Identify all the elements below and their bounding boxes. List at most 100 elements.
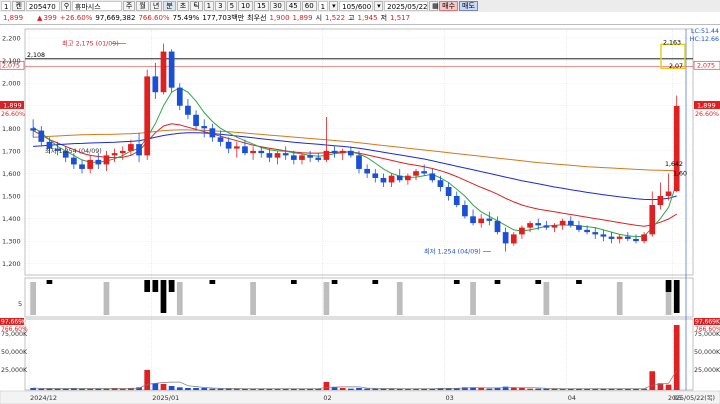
open-price: 1,522 [325, 14, 346, 22]
candle-body [535, 223, 542, 226]
right-price-label: 1,899 [697, 101, 716, 109]
lc-label: LC:51.44 [691, 28, 719, 35]
dropdown-arrow-icon[interactable]: ▾ [329, 1, 339, 11]
candle-body [372, 173, 379, 178]
vol-tick-right: 25,000K [694, 367, 720, 374]
dropdown-arrow-icon[interactable]: ▾ [374, 1, 384, 11]
ma-line-0 [32, 123, 677, 227]
buy-button[interactable]: 매수 [439, 1, 459, 11]
volume-ratio: 75.49% [172, 14, 200, 22]
volume-bar [364, 388, 370, 390]
osc-gray-bar [30, 282, 36, 315]
osc-gray-bar [176, 282, 183, 315]
vol-tick: 50,000K [1, 349, 28, 356]
period-month[interactable]: 월 [136, 1, 149, 11]
candle-body [486, 218, 493, 221]
candle-body [274, 153, 281, 158]
candle-body [71, 157, 77, 165]
candle-body [641, 234, 647, 242]
panel-frame [24, 318, 694, 391]
candle-body [356, 155, 362, 169]
candle-body [624, 236, 631, 239]
candle-body [299, 155, 305, 160]
volume-bar [486, 388, 493, 390]
candle-body [559, 220, 566, 226]
period-year[interactable]: 년 [149, 1, 163, 11]
volume-bar [535, 388, 542, 390]
volume-bar [348, 388, 354, 390]
candle-body [405, 175, 411, 181]
stock-code-input[interactable]: 205470 [25, 1, 60, 11]
osc-signal-bar [535, 280, 542, 284]
candle-body [413, 171, 419, 176]
minute-45[interactable]: 45 [285, 1, 301, 11]
minute-3[interactable]: 3 [215, 1, 226, 11]
volume-bar [185, 387, 191, 390]
volume-bar [193, 387, 199, 390]
minute-10[interactable]: 10 [238, 1, 253, 11]
candle-body [592, 232, 599, 235]
candle-body [128, 144, 134, 151]
candle-body [168, 51, 175, 88]
volume-bar [649, 371, 656, 390]
axis-labels: 2,200 2,100 2,000 1,900 1,800 1,700 1,60… [1, 28, 720, 402]
data-count[interactable]: 105/600 [339, 1, 374, 11]
osc-gray-bar [616, 282, 623, 315]
y-tick: 1,400 [2, 215, 21, 223]
guide-lines[interactable] [25, 43, 693, 69]
y-tick: 1,700 [2, 147, 21, 155]
oscillator-bars [30, 280, 680, 315]
volume-bar [217, 388, 224, 390]
volume-bar [62, 388, 69, 390]
volume-percent: 766.60% [138, 14, 170, 22]
volume-bar [339, 387, 346, 390]
minute-15[interactable]: 15 [253, 1, 269, 11]
candle-body [616, 236, 623, 239]
x-end-label: 2025/05/22(목) [668, 394, 715, 402]
volume-bar [209, 388, 216, 390]
y-tick: 1,200 [2, 260, 21, 268]
candle-body [144, 76, 151, 156]
candle-body [323, 150, 330, 160]
minute-5[interactable]: 5 [226, 1, 238, 11]
candle-body [673, 105, 680, 192]
candle-body [600, 234, 607, 237]
candle-body [470, 216, 476, 224]
candle-body [421, 171, 428, 174]
chart-panels [0, 28, 720, 404]
guide-label-1: 2,108 [27, 52, 45, 59]
panel-number[interactable]: 1 [1, 1, 12, 11]
minute-1[interactable]: 1 [203, 1, 215, 11]
price-chart[interactable]: 2,200 2,100 2,000 1,900 1,800 1,700 1,60… [0, 25, 720, 404]
candle-body [388, 175, 395, 183]
candle-body [315, 157, 322, 160]
candle-body [633, 238, 639, 242]
period-tick[interactable]: 틱 [190, 1, 203, 11]
interval-input[interactable]: 1 [317, 1, 329, 11]
candle-body [103, 155, 110, 165]
up-arrow-icon: ▲ [37, 14, 43, 22]
y-tick: 1,500 [2, 193, 21, 201]
volume-bar [38, 388, 45, 390]
market-selector[interactable]: 켄 [12, 1, 25, 11]
period-second[interactable]: 초 [176, 1, 190, 11]
volume-bar [673, 325, 680, 390]
candle-body [193, 114, 199, 127]
osc-gray-bar [323, 282, 330, 315]
search-icon[interactable]: ⚲ [60, 1, 71, 11]
calendar-icon[interactable]: ▦ [429, 1, 439, 11]
moving-averages [32, 87, 678, 238]
minute-60[interactable]: 60 [301, 1, 317, 11]
candle-body [527, 223, 533, 228]
vol-tick: 25,000K [1, 367, 28, 374]
candle-body [331, 150, 338, 154]
period-week[interactable]: 주 [122, 1, 136, 11]
period-minute[interactable]: 분 [163, 1, 176, 11]
date-input[interactable]: 2025/05/22 [384, 1, 429, 11]
minute-30[interactable]: 30 [269, 1, 285, 11]
osc-signal-bar [160, 280, 167, 313]
candle-body [111, 153, 118, 156]
x-tick: 02 [323, 394, 331, 402]
y-tick: 1,600 [2, 170, 21, 178]
sell-button[interactable]: 매도 [459, 1, 478, 11]
